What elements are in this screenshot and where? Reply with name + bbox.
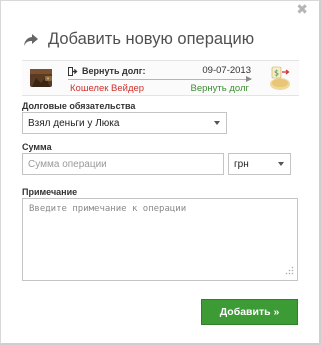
operation-type: Вернуть долг: (68, 66, 145, 76)
share-arrow-icon (24, 33, 38, 46)
amount-label: Сумма (22, 142, 52, 152)
money-bag-icon: $ (266, 64, 294, 92)
amount-input[interactable] (22, 153, 224, 175)
transfer-summary: Вернуть долг: 09-07-2013 Кошелек Вейдер … (22, 60, 299, 96)
wallet-icon (27, 64, 55, 92)
close-icon[interactable]: ✖ (296, 3, 308, 17)
target-account: Вернуть долг (190, 83, 249, 94)
currency-select[interactable]: грн (228, 153, 291, 175)
operation-name: Вернуть долг: (82, 66, 146, 76)
note-textarea[interactable] (22, 198, 298, 281)
dialog-header: Добавить новую операцию (23, 30, 254, 49)
sign-out-icon (68, 66, 78, 76)
debt-label: Долговые обязательства (22, 101, 136, 111)
debt-select[interactable]: Взял деньги у Люка (22, 112, 227, 134)
chevron-down-icon (214, 121, 220, 125)
source-account: Кошелек Вейдер (70, 83, 145, 94)
svg-text:$: $ (274, 69, 279, 78)
operation-date: 09-07-2013 (202, 65, 251, 76)
currency-select-value: грн (234, 158, 249, 170)
chevron-down-icon (278, 162, 284, 166)
dialog-title: Добавить новую операцию (48, 30, 255, 48)
add-button[interactable]: Добавить » (201, 299, 298, 325)
note-label: Примечание (22, 187, 78, 197)
debt-select-value: Взял деньги у Люка (28, 117, 120, 129)
transfer-arrow (68, 76, 252, 82)
add-operation-dialog: ✖ Добавить новую операцию Вернуть долг: … (0, 0, 321, 345)
resize-grip-icon[interactable] (285, 266, 294, 275)
